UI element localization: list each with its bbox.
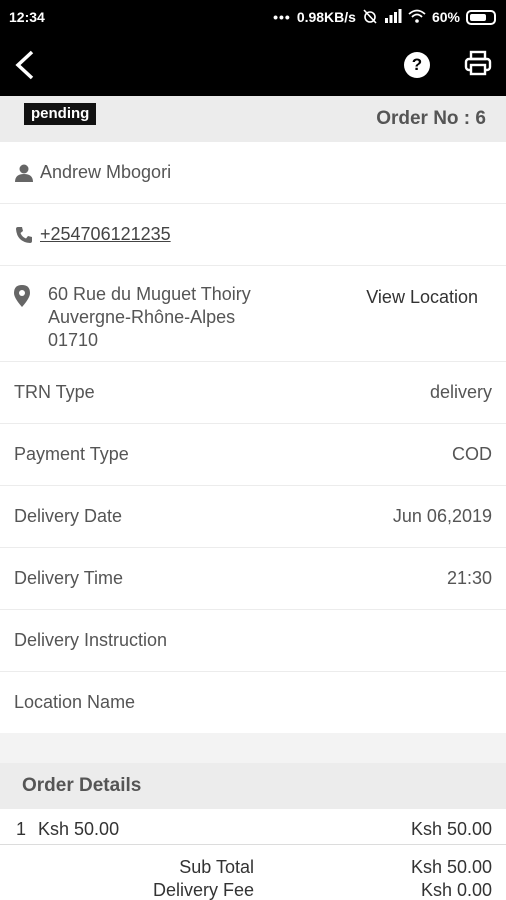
status-indicators: ••• 0.98KB/s 60% [273,8,496,27]
status-bar: 12:34 ••• 0.98KB/s 60% [0,0,506,34]
field-row-delivery-instruction: Delivery Instruction [0,610,506,672]
field-value: COD [452,444,492,464]
status-time: 12:34 [9,9,45,25]
order-header: pending Order No : 6 [0,96,506,142]
battery-level: 60% [431,9,460,25]
person-icon [14,163,36,183]
field-label: TRN Type [14,382,95,402]
order-totals: Sub Total Ksh 50.00 Delivery Fee Ksh 0.0… [0,856,506,900]
field-value: delivery [429,382,492,402]
status-badge: pending [24,103,97,125]
customer-name-row: Andrew Mbogori [0,142,506,204]
customer-name: Andrew Mbogori [40,162,172,182]
more-dots-icon: ••• [273,9,291,25]
field-label: Delivery Date [14,506,123,526]
field-row-trn-type: TRN Type delivery [0,362,506,424]
field-row-location-name: Location Name [0,672,506,733]
customer-phone-row: +254706121235 [0,204,506,266]
field-value: 21:30 [446,568,492,588]
phone-icon [14,225,36,245]
field-row-payment-type: Payment Type COD [0,424,506,486]
printer-icon[interactable] [464,50,492,81]
chevron-left-icon[interactable] [10,45,40,85]
battery-icon [466,9,496,25]
order-details-header: Order Details [0,763,506,809]
delivery-fee-row: Delivery Fee Ksh 0.00 [0,879,506,900]
sub-total-value: Ksh 50.00 [410,857,492,877]
field-label: Location Name [14,692,136,712]
delivery-fee-value: Ksh 0.00 [420,880,492,900]
order-number: Order No : 6 [376,108,486,129]
section-spacer [0,733,506,763]
field-label: Delivery Instruction [14,630,168,650]
address-line-3: 01710 [48,330,99,350]
address-line-1: 60 Rue du Muguet Thoiry [48,284,251,304]
field-label: Delivery Time [14,568,124,588]
sub-total-label: Sub Total [179,857,254,877]
sub-total-row: Sub Total Ksh 50.00 [0,856,506,879]
app-bar: ? [0,34,506,96]
location-pin-icon [14,285,36,307]
field-value: Jun 06,2019 [392,506,492,526]
signal-icon [384,8,402,26]
phone-link[interactable]: +254706121235 [40,224,171,245]
view-location-button[interactable]: View Location [366,287,478,308]
address-line-2: Auvergne-Rhône-Alpes [48,307,236,327]
address-row: 60 Rue du Muguet Thoiry Auvergne-Rhône-A… [0,266,506,362]
item-price: Ksh 50.00 [38,819,120,839]
network-speed: 0.98KB/s [296,9,356,25]
field-row-delivery-date: Delivery Date Jun 06,2019 [0,486,506,548]
item-total: Ksh 50.00 [410,819,492,839]
field-label: Payment Type [14,444,129,464]
field-row-delivery-time: Delivery Time 21:30 [0,548,506,610]
order-item-row: 1 Ksh 50.00 Ksh 50.00 [0,815,506,845]
wifi-icon [408,9,426,26]
item-quantity: 1 [16,819,27,839]
alarm-off-icon [362,8,378,27]
help-icon[interactable]: ? [404,52,430,78]
address-block: 60 Rue du Muguet Thoiry Auvergne-Rhône-A… [48,283,251,352]
delivery-fee-label: Delivery Fee [152,880,254,900]
